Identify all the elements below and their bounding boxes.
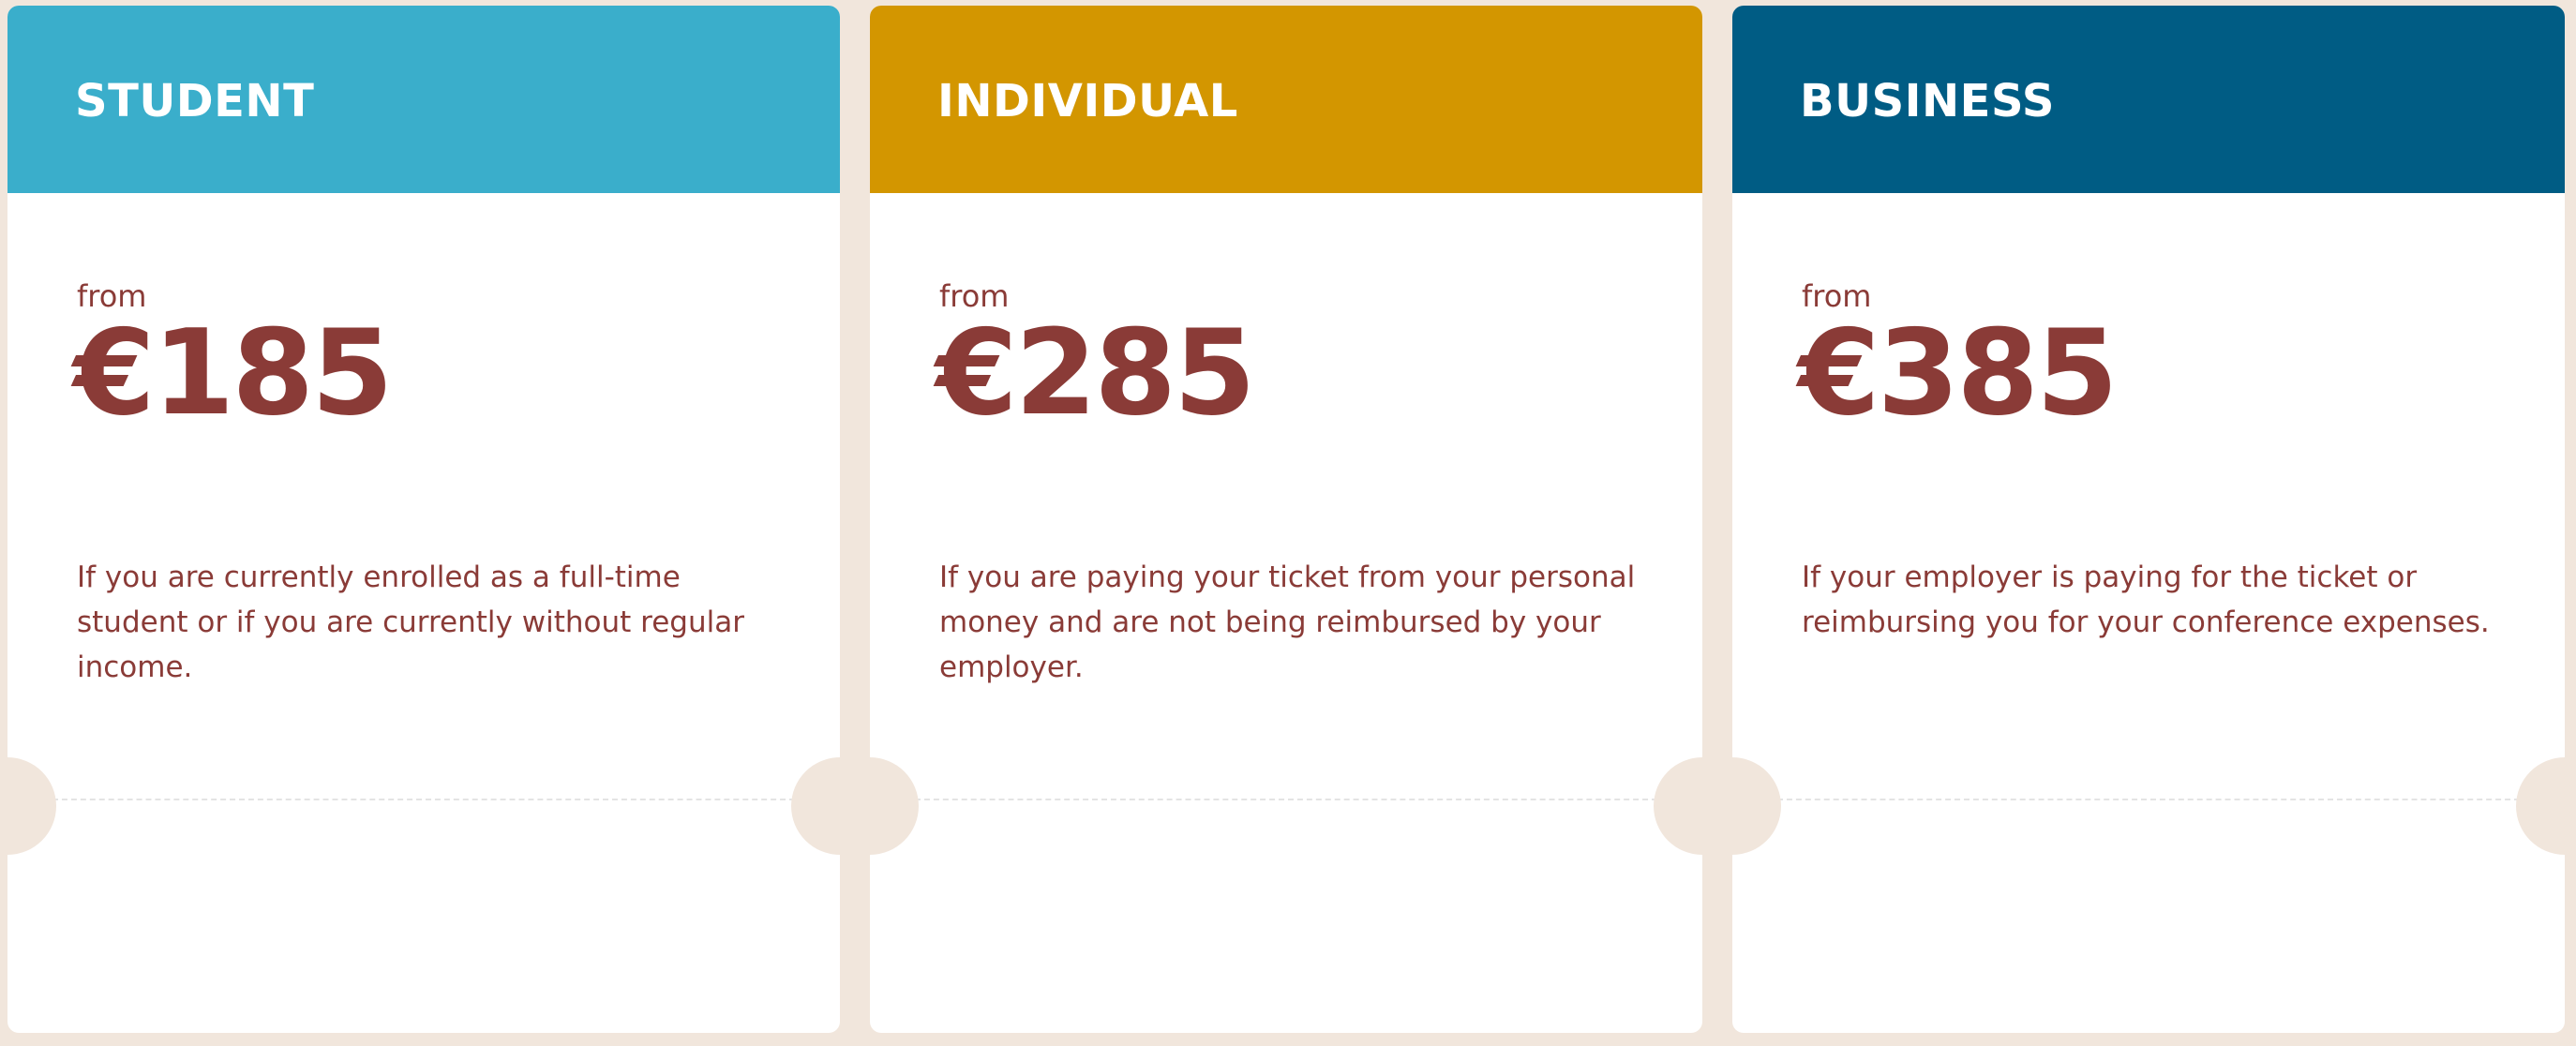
ticket-notch-left — [870, 757, 919, 855]
ticket-notch-left — [1732, 757, 1781, 855]
tier-title: INDIVIDUAL — [937, 75, 1238, 127]
price: €285 — [936, 304, 1256, 441]
ticket-divider — [1777, 799, 2520, 800]
ticket-notch-right — [791, 757, 840, 855]
tier-description: If you are currently enrolled as a full-… — [77, 560, 744, 684]
ticket-notch-right — [2516, 757, 2565, 855]
pricing-card-individual[interactable]: INDIVIDUAL from €285 If you are paying y… — [870, 6, 1702, 1033]
tier-title: STUDENT — [75, 75, 315, 127]
tier-description: If your employer is paying for the ticke… — [1802, 560, 2490, 639]
ticket-divider — [915, 799, 1657, 800]
ticket-notch-right — [1654, 757, 1702, 855]
card-header-student: STUDENT — [7, 6, 840, 193]
price: €185 — [73, 304, 394, 441]
pricing-tiers: STUDENT from €185 If you are currently e… — [0, 0, 2576, 1046]
card-header-individual: INDIVIDUAL — [870, 6, 1702, 193]
ticket-notch-left — [7, 757, 56, 855]
tier-title: BUSINESS — [1800, 75, 2055, 127]
pricing-card-business[interactable]: BUSINESS from €385 If your employer is p… — [1732, 6, 2565, 1033]
pricing-card-student[interactable]: STUDENT from €185 If you are currently e… — [7, 6, 840, 1033]
ticket-divider — [52, 799, 795, 800]
card-header-business: BUSINESS — [1732, 6, 2565, 193]
price: €385 — [1798, 304, 2119, 441]
tier-description: If you are paying your ticket from your … — [939, 560, 1636, 684]
